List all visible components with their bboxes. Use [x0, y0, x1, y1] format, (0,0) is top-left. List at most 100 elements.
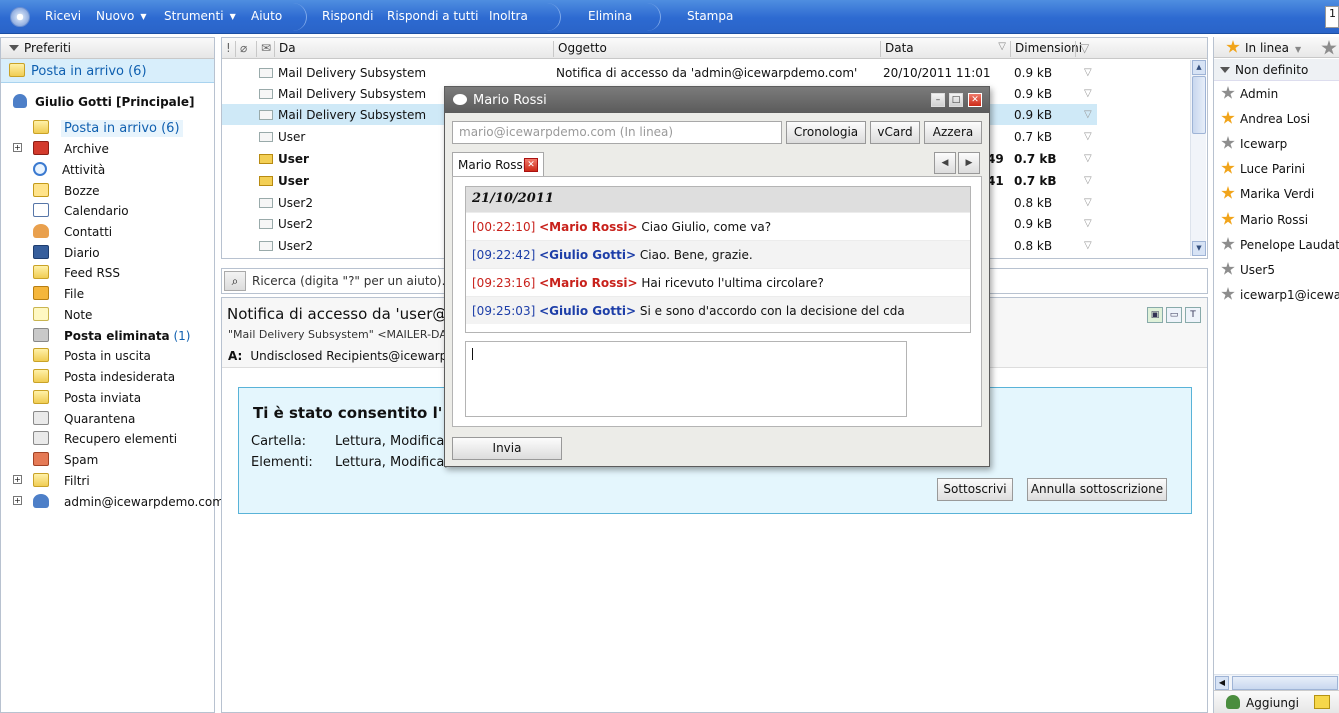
folder-notes[interactable]: Note: [33, 307, 95, 325]
folder-inbox[interactable]: Posta in arrivo (6): [33, 120, 183, 138]
flag-icon[interactable]: ▽: [1084, 131, 1092, 142]
message-icon[interactable]: [1314, 695, 1330, 709]
folder-sent[interactable]: Posta inviata: [33, 390, 144, 408]
folder-contacts[interactable]: Contatti: [33, 224, 115, 242]
tools-menu-button[interactable]: Strumenti ▼: [164, 9, 236, 23]
image-icon[interactable]: ▣: [1147, 307, 1163, 323]
reply-all-button[interactable]: Rispondi a tutti: [387, 9, 478, 23]
contact-address-field[interactable]: mario@icewarpdemo.com (In linea): [452, 121, 782, 144]
text-icon[interactable]: T: [1185, 307, 1201, 323]
tab-next-icon[interactable]: ▶: [958, 152, 980, 174]
folder-tasks[interactable]: Attività: [33, 162, 108, 180]
folder-calendar[interactable]: Calendario: [33, 203, 132, 221]
contacts-scrollbar[interactable]: ◀: [1214, 674, 1339, 690]
history-button[interactable]: Cronologia: [786, 121, 866, 144]
folder-journal[interactable]: Diario: [33, 245, 103, 263]
contact-item[interactable]: Penelope Laudato: [1221, 237, 1339, 252]
attachment-column-icon[interactable]: ⌀: [235, 41, 247, 57]
expand-icon[interactable]: +: [13, 143, 22, 152]
search-input[interactable]: Ricerca (digita "?" per un aiuto)...: [252, 274, 453, 288]
contact-item[interactable]: Admin: [1221, 86, 1278, 101]
favorite-inbox[interactable]: Posta in arrivo (6): [1, 59, 214, 83]
new-menu-button[interactable]: Nuovo ▼: [96, 9, 147, 23]
folder-recovery[interactable]: Recupero elementi: [33, 431, 180, 449]
scroll-left-icon[interactable]: ◀: [1215, 676, 1229, 690]
account-node[interactable]: Giulio Gotti [Principale]: [13, 94, 195, 109]
favorite-star-icon[interactable]: [1321, 40, 1337, 55]
status-dropdown[interactable]: In linea ▼: [1226, 40, 1301, 55]
flag-icon[interactable]: ▽: [1084, 175, 1092, 186]
scroll-down-icon[interactable]: ▼: [1192, 241, 1206, 256]
message-list-scrollbar[interactable]: ▲ ▼: [1190, 60, 1206, 256]
app-logo-icon[interactable]: [10, 7, 30, 27]
contact-item[interactable]: User5: [1221, 262, 1275, 277]
folder-quarantine[interactable]: Quarantena: [33, 411, 138, 429]
minimize-icon[interactable]: –: [931, 93, 945, 107]
chat-compose-input[interactable]: [465, 341, 907, 417]
folder-deleted[interactable]: Posta eliminata (1): [33, 328, 193, 346]
add-contact-button[interactable]: Aggiungi: [1226, 695, 1299, 710]
scroll-thumb[interactable]: [1192, 76, 1206, 134]
receive-button[interactable]: Ricevi: [45, 9, 81, 23]
envelope-column-icon[interactable]: ✉: [256, 41, 271, 57]
toolbar-right-field[interactable]: 1: [1325, 6, 1339, 28]
vcard-button[interactable]: vCard: [870, 121, 920, 144]
flag-icon[interactable]: ▽: [1084, 153, 1092, 164]
forward-button[interactable]: Inoltra: [489, 9, 528, 23]
flag-icon[interactable]: ▽: [1084, 197, 1092, 208]
folder-filters[interactable]: Filtri: [33, 473, 93, 491]
contact-item[interactable]: Icewarp: [1221, 136, 1287, 151]
column-from[interactable]: Da: [274, 41, 296, 57]
folder-rss[interactable]: Feed RSS: [33, 265, 123, 283]
unsubscribe-button[interactable]: Annulla sottoscrizione: [1027, 478, 1167, 501]
preview-from[interactable]: "Mail Delivery Subsystem" <MAILER-DAE: [228, 328, 454, 341]
flag-icon[interactable]: ▽: [1084, 67, 1092, 78]
folder-drafts[interactable]: Bozze: [33, 183, 103, 201]
close-tab-icon[interactable]: ✕: [524, 158, 538, 172]
table-row[interactable]: Mail Delivery Subsystem Notifica di acce…: [222, 62, 1097, 83]
contact-item[interactable]: icewarp1@icewarp: [1221, 287, 1339, 302]
flag-icon[interactable]: ▽: [1084, 88, 1092, 99]
print-button[interactable]: Stampa: [687, 9, 733, 23]
contact-group[interactable]: Non definito: [1214, 59, 1339, 81]
recovery-icon: [33, 431, 49, 445]
contact-item[interactable]: Marika Verdi: [1221, 186, 1314, 201]
scroll-thumb[interactable]: [1232, 676, 1338, 690]
folder-spam[interactable]: Spam: [33, 452, 101, 470]
tab-prev-icon[interactable]: ◀: [934, 152, 956, 174]
reply-button[interactable]: Rispondi: [322, 9, 373, 23]
expand-icon[interactable]: +: [13, 475, 22, 484]
search-icon[interactable]: ⌕: [224, 271, 246, 291]
flag-icon[interactable]: ▽: [1084, 109, 1092, 120]
chevron-down-icon: ▼: [229, 12, 236, 21]
column-size[interactable]: Dimensioni: [1010, 41, 1082, 57]
layout-icon[interactable]: ▭: [1166, 307, 1182, 323]
flag-icon[interactable]: ▽: [1084, 218, 1092, 229]
contact-item[interactable]: Mario Rossi: [1221, 212, 1308, 227]
favorites-header[interactable]: Preferiti: [1, 38, 214, 59]
flag-column-icon[interactable]: ▽: [1075, 41, 1089, 57]
folder-archive[interactable]: Archive: [33, 141, 112, 159]
chat-tab[interactable]: Mario Rossi ✕: [452, 152, 544, 176]
subscribe-button[interactable]: Sottoscrivi: [937, 478, 1013, 501]
help-button[interactable]: Aiuto: [251, 9, 282, 23]
column-date[interactable]: Data ▽: [880, 41, 1010, 57]
folder-shared-account[interactable]: admin@icewarpdemo.com: [33, 494, 227, 512]
folder-junk[interactable]: Posta indesiderata: [33, 369, 178, 387]
to-value[interactable]: Undisclosed Recipients@icewarpden: [250, 349, 470, 363]
maximize-icon[interactable]: □: [949, 93, 963, 107]
close-icon[interactable]: ✕: [968, 93, 982, 107]
delete-button[interactable]: Elimina: [588, 9, 632, 23]
column-subject[interactable]: Oggetto: [553, 41, 607, 57]
send-button[interactable]: Invia: [452, 437, 562, 460]
folder-outbox[interactable]: Posta in uscita: [33, 348, 154, 366]
chat-titlebar[interactable]: Mario Rossi – □ ✕: [445, 87, 989, 113]
reset-button[interactable]: Azzera: [924, 121, 982, 144]
expand-icon[interactable]: +: [13, 496, 22, 505]
contact-item[interactable]: Andrea Losi: [1221, 111, 1310, 126]
priority-column-icon[interactable]: !: [222, 41, 231, 57]
flag-icon[interactable]: ▽: [1084, 240, 1092, 251]
contact-item[interactable]: Luce Parini: [1221, 161, 1305, 176]
scroll-up-icon[interactable]: ▲: [1192, 60, 1206, 75]
folder-files[interactable]: File: [33, 286, 87, 304]
